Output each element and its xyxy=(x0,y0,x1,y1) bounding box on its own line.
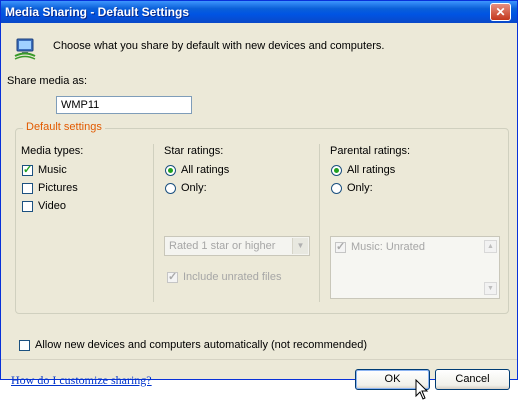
share-name-input[interactable] xyxy=(56,96,192,114)
media-types-label: Media types: xyxy=(21,145,84,157)
radio-icon xyxy=(331,182,342,194)
chevron-down-icon: ▼ xyxy=(292,238,308,254)
scroll-down-arrow-icon[interactable]: ▼ xyxy=(484,282,497,295)
parental-all-ratings-radio[interactable]: All ratings xyxy=(331,164,395,176)
video-checkbox[interactable]: Video xyxy=(22,200,66,212)
scroll-up-arrow-icon[interactable]: ▲ xyxy=(484,240,497,253)
parental-ratings-list[interactable]: ✓ Music: Unrated ▲ ▼ xyxy=(330,236,500,299)
list-item-label: Music: Unrated xyxy=(351,241,425,253)
include-unrated-checkbox[interactable]: ✓ Include unrated files xyxy=(167,271,281,283)
radio-selected-icon xyxy=(331,164,342,176)
music-label: Music xyxy=(38,164,67,176)
parental-all-ratings-label: All ratings xyxy=(347,164,396,176)
dialog-body: Choose what you share by default with ne… xyxy=(1,23,517,400)
footer-divider xyxy=(1,359,517,360)
mouse-pointer-icon xyxy=(415,379,429,400)
check-icon: ✓ xyxy=(22,163,33,176)
check-icon: ✓ xyxy=(167,270,178,283)
allow-new-devices-label: Allow new devices and computers automati… xyxy=(35,339,367,351)
video-label: Video xyxy=(38,200,66,212)
help-link[interactable]: How do I customize sharing? xyxy=(11,373,152,388)
column-divider xyxy=(319,144,320,302)
pictures-label: Pictures xyxy=(38,182,78,194)
star-ratings-label: Star ratings: xyxy=(164,145,224,157)
music-checkbox[interactable]: ✓ Music xyxy=(22,164,67,176)
radio-icon xyxy=(165,182,176,194)
media-sharing-dialog: Media Sharing - Default Settings ✕ Choos… xyxy=(0,0,518,400)
window-title: Media Sharing - Default Settings xyxy=(5,5,190,19)
share-media-as-label: Share media as: xyxy=(7,75,88,87)
list-item[interactable]: ✓ Music: Unrated xyxy=(335,241,425,253)
star-rating-dropdown-value: Rated 1 star or higher xyxy=(169,240,276,252)
pictures-checkbox[interactable]: Pictures xyxy=(22,182,78,194)
close-button[interactable]: ✕ xyxy=(490,3,511,21)
allow-new-devices-checkbox[interactable]: Allow new devices and computers automati… xyxy=(19,339,367,351)
parental-only-radio[interactable]: Only: xyxy=(331,182,373,194)
include-unrated-label: Include unrated files xyxy=(183,271,282,283)
star-only-label: Only: xyxy=(181,182,207,194)
check-icon: ✓ xyxy=(335,240,346,253)
radio-selected-icon xyxy=(165,164,176,176)
default-settings-legend: Default settings xyxy=(23,121,105,133)
title-bar[interactable]: Media Sharing - Default Settings ✕ xyxy=(1,1,517,23)
media-sharing-icon xyxy=(14,38,36,60)
star-all-ratings-radio[interactable]: All ratings xyxy=(165,164,229,176)
parental-only-label: Only: xyxy=(347,182,373,194)
star-all-ratings-label: All ratings xyxy=(181,164,230,176)
star-only-radio[interactable]: Only: xyxy=(165,182,207,194)
intro-text: Choose what you share by default with ne… xyxy=(53,40,385,52)
column-divider xyxy=(153,144,154,302)
parental-ratings-label: Parental ratings: xyxy=(330,145,411,157)
star-rating-dropdown[interactable]: Rated 1 star or higher ▼ xyxy=(164,236,310,256)
